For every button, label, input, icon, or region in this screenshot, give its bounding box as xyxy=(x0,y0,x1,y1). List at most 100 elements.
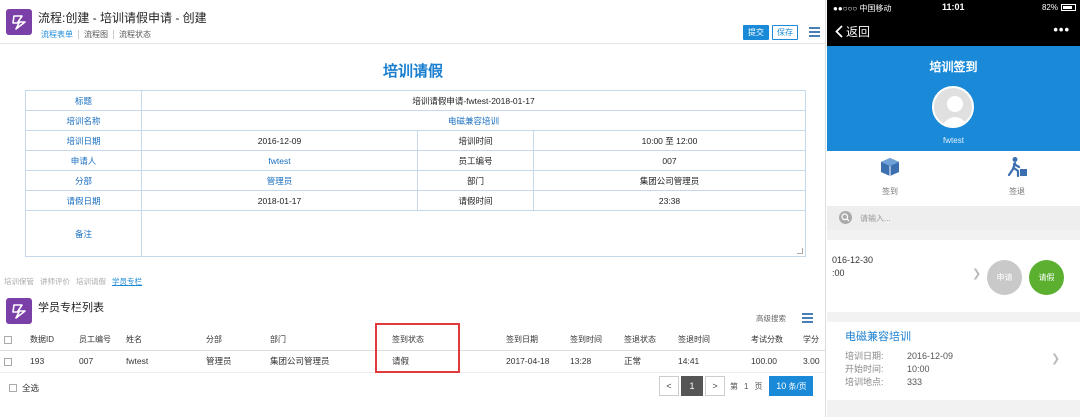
more-menu-icon[interactable]: ••• xyxy=(1053,22,1070,37)
col-header[interactable]: 考试分数 xyxy=(747,330,799,351)
cell: 3.00 xyxy=(799,350,825,373)
page-size-unit: 条/页 xyxy=(788,382,807,391)
col-header[interactable]: 姓名 xyxy=(122,330,202,351)
sign-in-action[interactable]: 签到 xyxy=(827,151,953,206)
page-size-select[interactable]: 10 条/页 xyxy=(769,376,814,396)
col-header[interactable]: 数据ID xyxy=(26,330,75,351)
sign-out-action[interactable]: 签退 xyxy=(954,151,1080,206)
profile-hero: 培训签到 fwtest xyxy=(827,46,1080,151)
chevron-right-icon[interactable]: ❯ xyxy=(972,267,981,280)
field-label-title: 标题 xyxy=(25,90,142,111)
current-page-button[interactable]: 1 xyxy=(681,376,703,396)
chevron-left-icon xyxy=(835,25,843,38)
field-label-training-time: 培训时间 xyxy=(417,130,534,151)
remark-textarea[interactable] xyxy=(140,210,807,257)
page-size-value: 10 xyxy=(776,381,787,391)
training-date-label: 培训日期: xyxy=(845,351,884,361)
field-label-employee-no: 员工编号 xyxy=(417,150,534,171)
workflow-title: 流程:创建 - 培训请假申请 - 创建 xyxy=(38,11,207,25)
list-header: 学员专栏列表 高级搜索 xyxy=(0,292,825,326)
applicant-link[interactable]: fwtest xyxy=(141,150,418,171)
goto-prefix: 第 xyxy=(730,381,738,391)
cell: 13:28 xyxy=(566,350,620,373)
prev-page-button[interactable]: < xyxy=(659,376,679,396)
apply-button[interactable]: 申请 xyxy=(987,260,1022,295)
col-header[interactable]: 部门 xyxy=(266,330,388,351)
clock: 11:01 xyxy=(942,2,965,12)
select-all[interactable]: 全选 xyxy=(9,382,39,394)
field-label-training-date: 培训日期 xyxy=(25,130,142,151)
field-leave-date[interactable]: 2018-01-17 xyxy=(141,190,418,211)
action-bar: 签到 签退 xyxy=(827,151,1080,206)
header-checkbox[interactable] xyxy=(0,330,26,351)
cell: 集团公司管理员 xyxy=(266,350,388,373)
table-header-row: 数据ID 员工编号 姓名 分部 部门 签到状态 签到日期 签到时间 签退状态 签… xyxy=(0,330,825,351)
field-label-applicant: 申请人 xyxy=(25,150,142,171)
checkbox-icon[interactable] xyxy=(9,384,17,392)
col-header[interactable]: 签退时间 xyxy=(674,330,747,351)
col-header[interactable]: 签到状态 xyxy=(388,330,502,351)
resize-handle-icon[interactable] xyxy=(797,247,804,254)
col-header[interactable]: 签到时间 xyxy=(566,330,620,351)
submit-button[interactable]: 提交 xyxy=(743,25,769,40)
sign-out-label: 签退 xyxy=(1009,187,1025,196)
advanced-search-link[interactable]: 高级搜索 xyxy=(756,313,786,324)
col-header[interactable]: 签到日期 xyxy=(502,330,566,351)
list-menu-icon[interactable] xyxy=(802,313,813,323)
training-info-card[interactable]: 电磁兼容培训 培训日期: 2016-12-09 开始时间: 10:00 培训地点: 3… xyxy=(827,322,1080,400)
tab-form[interactable]: 流程表单 xyxy=(36,30,79,39)
field-leave-time[interactable]: 23:38 xyxy=(532,190,807,211)
form-title: 培训请假 xyxy=(382,63,443,80)
nav-bar: 返回 ••• xyxy=(827,16,1080,46)
training-name-link[interactable]: 电磁兼容培训 xyxy=(140,110,807,131)
field-label-leave-time: 请假时间 xyxy=(417,190,534,211)
search-input[interactable]: 请输入... xyxy=(860,213,891,224)
location-row: 培训地点: 333 xyxy=(845,375,922,388)
cell: 管理员 xyxy=(202,350,266,373)
battery-percent: 82% xyxy=(1041,3,1058,12)
checkbox-icon[interactable] xyxy=(4,357,12,366)
col-header[interactable]: 签退状态 xyxy=(620,330,674,351)
tab-lecturer-review[interactable]: 讲师评价 xyxy=(40,276,70,287)
goto-suffix: 页 xyxy=(754,381,763,391)
tab-training-leave[interactable]: 培训请假 xyxy=(76,276,106,287)
field-title[interactable]: 培训请假申请-fwtest-2018-01-17 xyxy=(140,90,807,111)
sign-in-label: 签到 xyxy=(882,187,898,196)
search-bar[interactable]: 请输入... xyxy=(827,206,1080,230)
select-all-label: 全选 xyxy=(22,383,40,393)
tab-training-custody[interactable]: 培训保管 xyxy=(4,276,34,287)
location-label: 培训地点: xyxy=(845,377,884,387)
training-record-card[interactable]: 016-12-30 :00 ❯ 申请 请假 xyxy=(827,240,1080,312)
tab-status[interactable]: 流程状态 xyxy=(114,30,156,39)
list-logo-icon xyxy=(6,298,32,324)
division-link[interactable]: 管理员 xyxy=(141,170,418,191)
col-header[interactable]: 员工编号 xyxy=(75,330,122,351)
row-checkbox[interactable] xyxy=(0,350,26,373)
training-date-value: 2016-12-09 xyxy=(907,351,954,361)
start-time-value: 10:00 xyxy=(907,364,930,374)
workflow-header: 流程:创建 - 培训请假申请 - 创建 流程表单 流程图 流程状态 提交 保存 xyxy=(0,0,825,44)
checkbox-icon[interactable] xyxy=(4,336,12,345)
back-button[interactable]: 返回 xyxy=(835,23,870,40)
avatar xyxy=(932,86,974,128)
tab-student-column[interactable]: 学员专栏 xyxy=(112,276,142,287)
sign-in-icon xyxy=(881,158,899,176)
next-page-button[interactable]: > xyxy=(705,376,725,396)
record-time-value: :00 xyxy=(832,268,845,278)
cell: fwtest xyxy=(122,350,202,373)
col-header[interactable]: 学分 xyxy=(799,330,825,351)
menu-icon[interactable] xyxy=(809,27,820,37)
detail-tabs: 培训保管 讲师评价 培训请假 学员专栏 xyxy=(4,276,148,287)
mobile-screen: ●●○○○ 中国移动 11:01 82% 返回 ••• 培训签到 fwtest … xyxy=(827,0,1080,417)
col-header[interactable]: 分部 xyxy=(202,330,266,351)
user-name: fwtest xyxy=(943,136,964,145)
training-date-row: 培训日期: 2016-12-09 xyxy=(845,349,953,362)
field-department: 集团公司管理员 xyxy=(532,170,807,191)
pagination: < 1 > 第 1 页 10 条/页 xyxy=(659,376,814,396)
save-button[interactable]: 保存 xyxy=(772,25,798,40)
leave-button[interactable]: 请假 xyxy=(1029,260,1064,295)
goto-page-input[interactable]: 1 xyxy=(744,382,748,391)
tab-flowchart[interactable]: 流程图 xyxy=(79,30,114,39)
table-row[interactable]: 193 007 fwtest 管理员 集团公司管理员 请假 2017-04-18… xyxy=(0,350,825,373)
chevron-right-icon[interactable]: ❯ xyxy=(1051,352,1060,365)
